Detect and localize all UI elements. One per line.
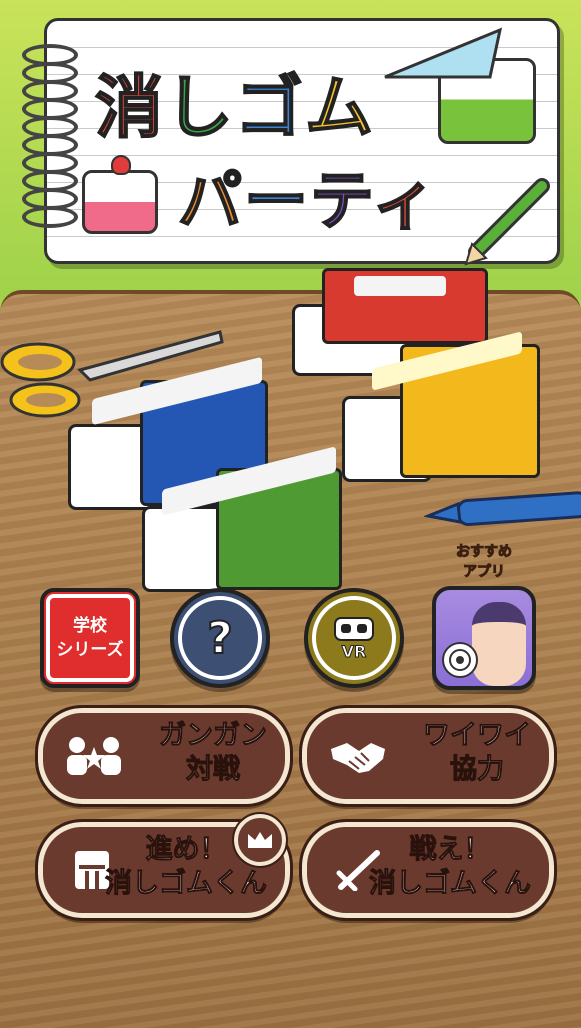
fight-label-2: 消しゴムくん <box>369 868 532 900</box>
recommend-label-2: アプリ <box>463 564 506 581</box>
game-title-line2: パーティ <box>177 164 439 240</box>
game-title-line1: 消しゴム <box>94 68 376 149</box>
pencil-icon <box>464 178 550 266</box>
fight-label-1: 戦え！ <box>409 834 491 866</box>
versus-mode-button[interactable]: ガンガン 対戦 <box>35 705 293 807</box>
recommend-label: おすすめ アプリ <box>436 542 532 582</box>
coop-label-2: 協力 <box>450 754 505 786</box>
coop-label-1: ワイワイ <box>423 720 532 752</box>
school-series-label-2: シリーズ <box>56 640 124 660</box>
school-series-button[interactable]: 学校 シリーズ <box>40 588 140 688</box>
coop-mode-button[interactable]: ワイワイ 協力 <box>299 705 557 807</box>
school-series-label-1: 学校 <box>73 616 107 636</box>
crown-icon <box>248 832 272 848</box>
versus-people-icon <box>67 737 121 775</box>
blue-pen-icon <box>424 491 581 527</box>
ruler-icon <box>384 27 503 79</box>
recommend-label-1: おすすめ <box>456 544 513 561</box>
vr-button[interactable]: VR <box>304 588 404 688</box>
recommended-app-button[interactable] <box>432 586 536 690</box>
handshake-icon <box>331 743 385 773</box>
target-icon <box>442 642 478 678</box>
anime-character-icon <box>472 602 526 686</box>
vr-goggles-icon <box>334 616 374 641</box>
versus-label-2: 対戦 <box>186 754 241 786</box>
crown-badge <box>232 812 288 868</box>
question-icon: ? <box>206 612 233 665</box>
strawberry-eraser-character <box>82 155 158 234</box>
fight-mode-button[interactable]: 戦え！ 消しゴムくん <box>299 819 557 921</box>
advance-label-2: 消しゴムくん <box>105 868 268 900</box>
help-button[interactable]: ? <box>170 588 270 688</box>
versus-label-1: ガンガン <box>159 720 268 752</box>
vr-label: VR <box>341 641 367 661</box>
